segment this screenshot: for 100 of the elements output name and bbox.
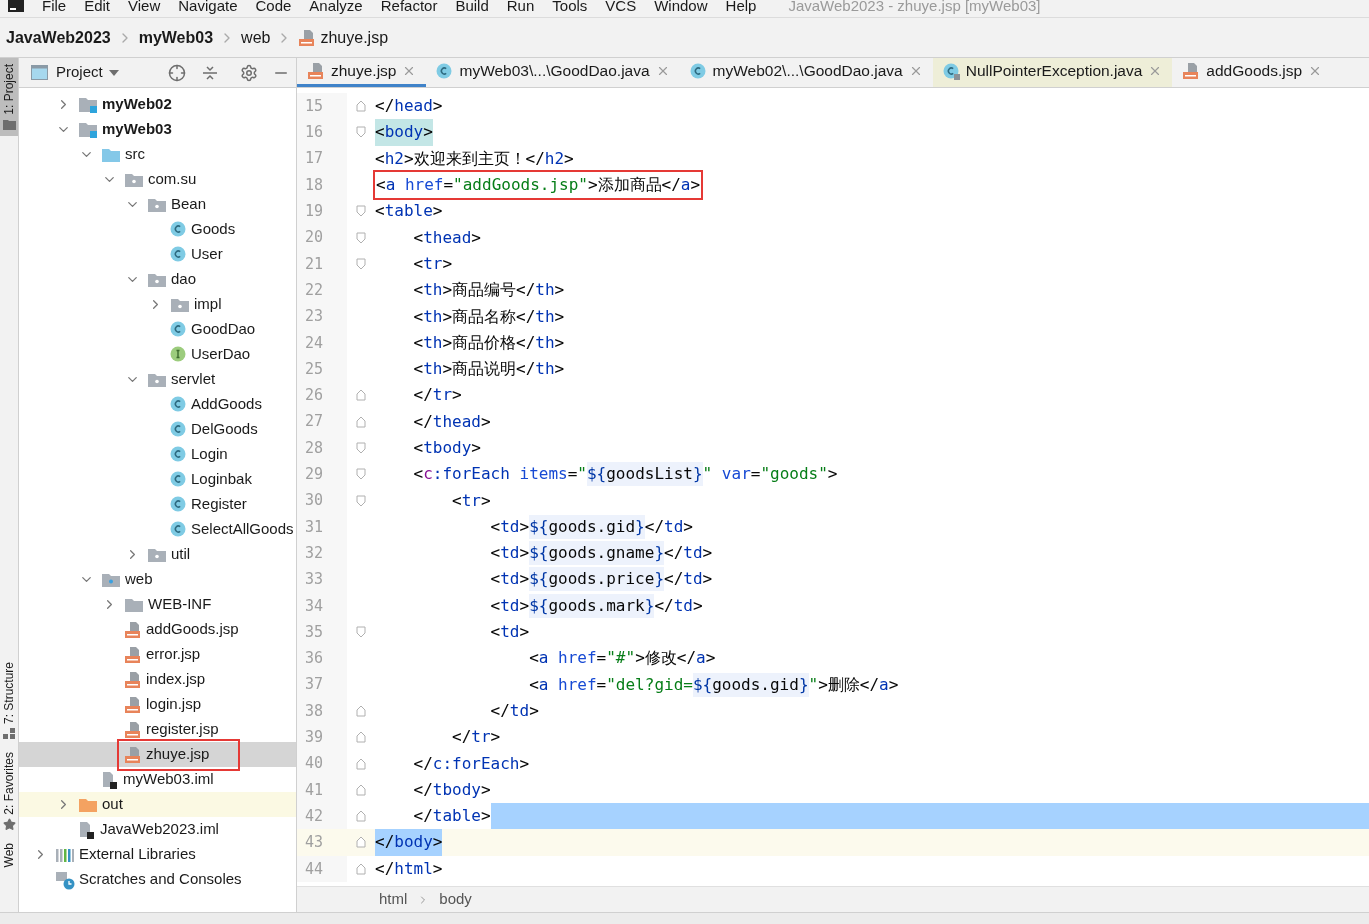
menu-item[interactable]: File — [42, 0, 67, 12]
tree-label: error.jsp — [146, 644, 201, 665]
breadcrumb[interactable]: body — [439, 888, 472, 911]
tree-item[interactable]: SelectAllGoods — [19, 517, 296, 542]
code-line: <th>商品价格</th> — [412, 331, 565, 354]
tree-item[interactable]: Scratches and Consoles — [19, 867, 296, 892]
fold-icon[interactable] — [356, 442, 366, 454]
tree-item[interactable]: Login — [19, 442, 296, 467]
close-icon[interactable] — [1308, 64, 1322, 78]
tree-item[interactable]: myWeb03.iml — [19, 767, 296, 792]
breadcrumb[interactable]: html — [379, 888, 408, 911]
tree-item[interactable]: dao — [19, 267, 296, 292]
code-line: <th>商品说明</th> — [412, 358, 565, 381]
unfold-end-icon[interactable] — [356, 731, 366, 744]
module-file-icon — [78, 820, 96, 839]
menu-item[interactable]: Window — [654, 0, 708, 12]
tree-item[interactable]: impl — [19, 292, 296, 317]
tree-item[interactable]: Register — [19, 492, 296, 517]
code-line: <h2>欢迎来到主页！</h2> — [375, 147, 574, 170]
code-line: </tr> — [412, 384, 462, 407]
menu-item[interactable]: Refactor — [380, 0, 438, 12]
line-number: 27 — [305, 411, 324, 433]
tree-label: register.jsp — [146, 719, 219, 740]
menu-item[interactable]: View — [128, 0, 161, 12]
menu-item[interactable]: VCS — [605, 0, 637, 12]
fold-icon[interactable] — [356, 468, 366, 481]
tree-item[interactable]: JavaWeb2023.iml — [19, 817, 296, 842]
tree-item[interactable]: out — [19, 792, 296, 817]
breadcrumb[interactable]: zhuye.jsp — [298, 25, 389, 50]
menu-item[interactable]: Edit — [84, 0, 111, 12]
menu-item[interactable]: Help — [725, 0, 757, 12]
tree-item[interactable]: WEB-INF — [19, 592, 296, 617]
tree-label: Goods — [191, 219, 236, 240]
tool-window-button[interactable]: Web — [0, 837, 18, 874]
project-view-dropdown[interactable]: Project — [56, 61, 119, 84]
unfold-end-icon[interactable] — [356, 415, 366, 428]
tree-item[interactable]: servlet — [19, 367, 296, 392]
tree-label: AddGoods — [191, 394, 262, 415]
locate-icon[interactable] — [168, 63, 186, 82]
editor-tab[interactable]: myWeb03\...\GoodDao.java — [426, 58, 680, 87]
tree-item[interactable]: src — [19, 142, 296, 167]
tree-item[interactable]: Goods — [19, 217, 296, 242]
unfold-end-icon[interactable] — [356, 100, 366, 113]
menu-item[interactable]: Code — [255, 0, 292, 12]
menu-item[interactable]: Analyze — [309, 0, 363, 12]
tree-item[interactable]: DelGoods — [19, 417, 296, 442]
unfold-end-icon[interactable] — [356, 783, 366, 796]
breadcrumb[interactable]: JavaWeb2023 — [6, 25, 111, 50]
editor-tab[interactable]: NullPointerException.java — [932, 58, 1173, 87]
tool-window-button[interactable]: 7: Structure — [0, 655, 18, 746]
jsp-file-icon — [124, 620, 142, 639]
code-line: <thead> — [412, 226, 481, 249]
tree-item[interactable]: addGoods.jsp — [19, 617, 296, 642]
tree-item[interactable]: Loginbak — [19, 467, 296, 492]
menu-item[interactable]: Build — [455, 0, 489, 12]
code-line: </c:forEach> — [412, 752, 530, 775]
unfold-end-icon[interactable] — [356, 836, 366, 849]
fold-icon[interactable] — [356, 626, 366, 639]
unfold-end-icon[interactable] — [356, 862, 366, 875]
tree-item[interactable]: UserDao — [19, 342, 296, 367]
fold-icon[interactable] — [356, 231, 366, 244]
code-line: <table> — [375, 200, 443, 223]
tree-item[interactable]: GoodDao — [19, 317, 296, 342]
tree-item[interactable]: login.jsp — [19, 692, 296, 717]
tree-item[interactable]: AddGoods — [19, 392, 296, 417]
tree-item[interactable]: myWeb03 — [19, 117, 296, 142]
editor-tab[interactable]: addGoods.jsp — [1172, 58, 1332, 87]
class-icon — [170, 396, 187, 413]
tool-window-button[interactable]: 1: Project — [0, 58, 18, 136]
class-icon — [170, 246, 187, 263]
fold-icon[interactable] — [356, 126, 366, 139]
code-line: <tr> — [412, 252, 453, 275]
breadcrumb[interactable]: web — [241, 25, 271, 50]
tree-label: src — [125, 144, 145, 165]
menu-item[interactable]: Run — [506, 0, 535, 12]
collapse-all-icon[interactable] — [202, 64, 218, 81]
fold-icon[interactable] — [356, 205, 366, 218]
tree-item[interactable]: Bean — [19, 192, 296, 217]
tree-item[interactable]: User — [19, 242, 296, 267]
tool-window-button[interactable]: 2: Favorites — [0, 745, 18, 838]
unfold-end-icon[interactable] — [356, 389, 366, 402]
menu-item[interactable]: Navigate — [178, 0, 238, 12]
tree-item[interactable]: register.jsp — [19, 717, 296, 742]
tree-item[interactable]: myWeb02 — [19, 92, 296, 117]
fold-icon[interactable] — [356, 257, 366, 270]
tree-item[interactable]: error.jsp — [19, 642, 296, 667]
unfold-end-icon[interactable] — [356, 810, 366, 823]
menu-item[interactable]: Tools — [552, 0, 588, 12]
settings-icon[interactable] — [240, 63, 258, 82]
tree-item[interactable]: web — [19, 567, 296, 592]
tree-item[interactable]: com.su — [19, 167, 296, 192]
breadcrumb[interactable]: myWeb03 — [138, 25, 214, 50]
code-line: </thead> — [412, 410, 491, 433]
unfold-end-icon[interactable] — [356, 757, 366, 770]
tree-item[interactable]: util — [19, 542, 296, 567]
fold-icon[interactable] — [356, 494, 366, 507]
tree-item[interactable]: index.jsp — [19, 667, 296, 692]
unfold-end-icon[interactable] — [356, 704, 366, 717]
tree-item[interactable]: External Libraries — [19, 842, 296, 867]
editor-tab[interactable]: myWeb02\...\GoodDao.java — [679, 58, 933, 87]
